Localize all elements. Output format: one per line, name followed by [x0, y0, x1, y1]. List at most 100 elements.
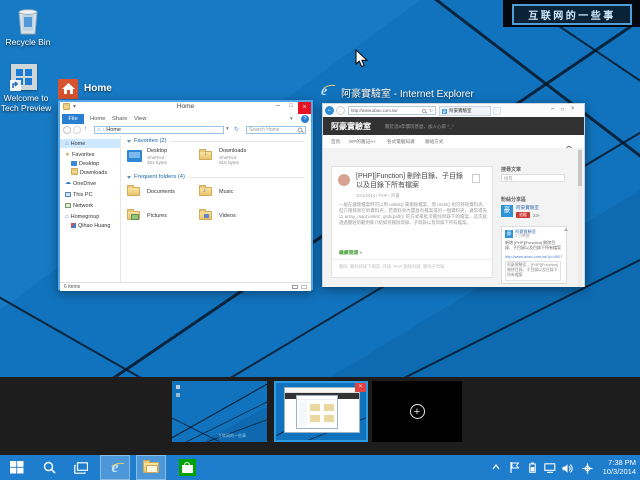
volume-icon[interactable] [562, 463, 573, 474]
help-button[interactable]: ? [301, 115, 309, 123]
site-nav-item3[interactable]: 各式電腦知識 [387, 139, 415, 145]
read-more-link[interactable]: 繼續閱讀 » [339, 249, 362, 256]
card-scroll-up-icon[interactable] [564, 228, 568, 231]
address-bar[interactable]: ⌂ › Home [94, 126, 224, 134]
taskbar-search-button[interactable] [36, 455, 62, 480]
recycle-bin-icon [16, 6, 40, 36]
site-title[interactable]: 阿豪實驗室 [331, 121, 371, 132]
bookmark-icon[interactable] [472, 174, 480, 183]
network-icon[interactable] [544, 463, 556, 473]
ie-tab[interactable]: 豪 阿豪實驗室 [439, 106, 491, 116]
shortcut-arrow-icon [10, 80, 21, 91]
forward-button[interactable]: → [73, 126, 81, 134]
nav-item-network[interactable]: Network [60, 201, 116, 210]
minimize-button[interactable]: – [272, 102, 284, 113]
file-tile-videos[interactable]: Videos [199, 208, 279, 228]
plus-icon: + [410, 404, 425, 419]
breadcrumb-separator: › [103, 127, 105, 133]
back-button[interactable]: ← [63, 126, 71, 134]
nav-item-home[interactable]: ⌂ Home [60, 139, 120, 148]
up-button[interactable]: ↑ [84, 126, 87, 132]
view-list-icon[interactable] [292, 285, 298, 290]
ie-refresh-icon[interactable]: ↻ [429, 108, 433, 114]
ie-minimize-button[interactable]: – [551, 106, 554, 112]
action-center-flag-icon[interactable] [510, 462, 519, 473]
ribbon-tab-view[interactable]: View [134, 116, 146, 122]
ie-new-tab-button[interactable] [493, 107, 501, 115]
start-button[interactable] [4, 455, 30, 480]
file-tile-music[interactable]: ♪ Music [199, 184, 279, 204]
input-indicator-icon[interactable] [582, 463, 593, 474]
welcome-icon [11, 64, 37, 90]
file-tile-downloads[interactable]: ↓ Downloads Shortcut 915 bytes [199, 148, 279, 170]
file-tile-desktop[interactable]: Desktop Shortcut 454 bytes [127, 148, 207, 170]
address-dropdown-icon[interactable]: ▾ [226, 126, 229, 132]
group-header-frequent[interactable]: Frequent folders (4) [127, 174, 305, 180]
ribbon-tab-share[interactable]: Share [112, 116, 127, 122]
refresh-button[interactable]: ↻ [234, 126, 239, 133]
page-scrollbar-thumb[interactable] [578, 150, 582, 186]
taskbar: e [0, 455, 640, 480]
author-avatar [338, 174, 350, 186]
recycle-bin-label: Recycle Bin [2, 38, 54, 48]
site-nav-item2[interactable]: WP的雜記A+ [349, 139, 376, 145]
nav-item-homegroup[interactable]: ⌂ Homegroup [60, 212, 116, 221]
gplus-badge: 豪 阿豪實驗室 追蹤 33+ [501, 205, 565, 223]
taskbar-explorer-button[interactable] [136, 455, 166, 480]
search-box[interactable]: Search Home [246, 126, 306, 134]
nav-item-desktop[interactable]: Desktop [60, 159, 116, 168]
ribbon-tab-home[interactable]: Home [90, 116, 105, 122]
ribbon-collapse-icon[interactable]: ▾ [290, 116, 293, 122]
explorer-thumb-title: Home [84, 83, 112, 94]
file-tile-documents[interactable]: Documents [127, 184, 207, 204]
nav-item-user[interactable]: Qihao Huang [60, 221, 116, 230]
page-scrollbar[interactable] [578, 148, 582, 287]
close-desktop-button[interactable]: × [355, 383, 366, 392]
nav-item-downloads[interactable]: Downloads [60, 168, 116, 177]
group-collapse-icon [127, 140, 131, 143]
virtual-desktop-2-thumbnail[interactable]: × [274, 381, 368, 442]
site-nav-home[interactable]: 首頁 [331, 139, 340, 145]
ie-forward-button[interactable]: → [336, 106, 345, 115]
task-view-button[interactable] [68, 455, 94, 480]
explorer-nav-pane: ⌂ Home ★ Favorites Desktop Downloads ☁ O… [60, 136, 121, 282]
desktop-mini-icon [71, 161, 77, 166]
ribbon-tab-file[interactable]: File [62, 114, 84, 124]
taskbar-clock[interactable]: 7:38 PM 10/3/2014 [596, 458, 636, 476]
ie-maximize-button[interactable]: □ [561, 107, 564, 113]
nav-item-favorites[interactable]: ★ Favorites [60, 150, 116, 159]
sidebar-search-input[interactable]: 搜尋 [501, 174, 565, 182]
hidden-icons-chevron[interactable] [492, 464, 500, 470]
ie-address-bar[interactable]: http://www.abao.com.tw/ ↻ [348, 106, 436, 115]
music-note-icon: ♪ [203, 188, 206, 194]
taskbar-ie-button[interactable]: e [100, 455, 130, 480]
add-desktop-button[interactable]: + [372, 381, 462, 442]
post-time: 2 小時前 [515, 234, 530, 239]
explorer-window-thumbnail[interactable]: ▾ Home – □ × File Home Share View ▾ ? ← … [58, 100, 313, 290]
favorites-star-icon: ★ [65, 152, 70, 158]
ie-window-thumbnail[interactable]: ← → http://www.abao.com.tw/ ↻ 豪 阿豪實驗室 – … [322, 103, 585, 287]
desktop1-watermark: 互联网的一些事 [218, 433, 246, 439]
gplus-post-card[interactable]: 豪 阿豪實驗室 2 小時前 新增 [PHP][Function] 刪除目錄、子目… [501, 226, 567, 284]
ie-back-button[interactable]: ← [325, 106, 334, 115]
group-header-favorites[interactable]: Favorites (2) [127, 138, 305, 144]
nav-item-onedrive[interactable]: ☁ OneDrive [60, 179, 116, 188]
view-thumbnails-icon[interactable] [301, 285, 307, 290]
close-button[interactable]: × [298, 102, 311, 114]
article-tags[interactable]: 刪除, 刪除目錄下檔案, 目錄, PHP 刪除目錄, 刪除子目錄 [339, 264, 487, 270]
site-nav-item4[interactable]: 聯絡方式 [425, 139, 443, 145]
follow-button[interactable]: 追蹤 [516, 212, 530, 218]
file-tile-pictures[interactable]: Pictures [127, 208, 207, 228]
group-collapse-icon2 [127, 176, 131, 179]
post-link[interactable]: http://www.abao.com.tw/?p=4507 [505, 254, 563, 259]
taskbar-store-button[interactable] [172, 455, 202, 480]
maximize-button[interactable]: □ [285, 103, 297, 114]
article-title[interactable]: [PHP][Function] 刪除目錄、子目錄以及目錄下所有檔案 [356, 172, 464, 190]
gplus-name[interactable]: 阿豪實驗室 [516, 205, 539, 211]
network-icon [65, 203, 71, 208]
article-body: 一般在處理檔案時可以用 unlink() 來刪除檔案，而 rmdir() 則可移… [339, 202, 487, 226]
battery-icon[interactable] [529, 462, 536, 473]
ie-close-button[interactable]: × [571, 106, 575, 112]
virtual-desktop-1-thumbnail[interactable]: 互联网的一些事 [172, 381, 267, 442]
nav-item-this-pc[interactable]: This PC [60, 190, 116, 199]
